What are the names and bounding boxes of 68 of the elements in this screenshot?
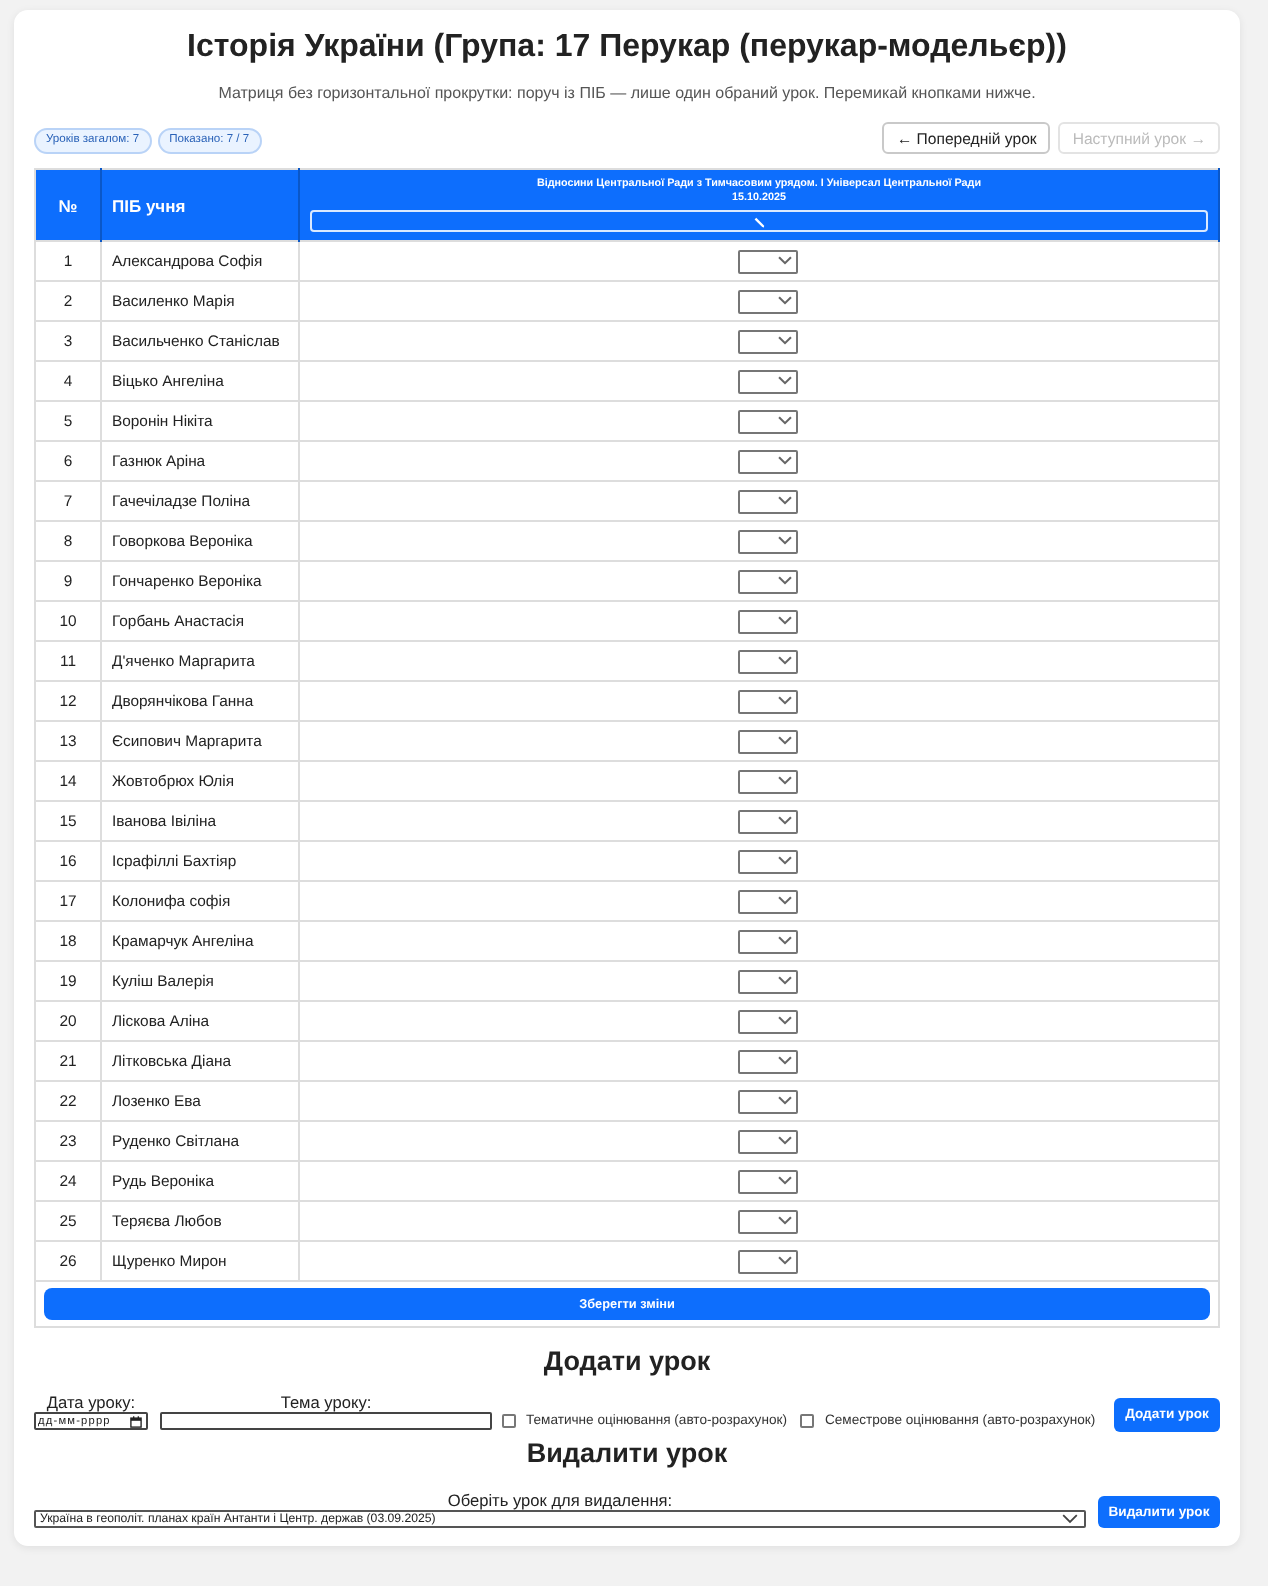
chevron-icon [777, 1256, 791, 1266]
section-heading: Видалити урок [524, 1438, 730, 1470]
grade-select[interactable] [737, 609, 797, 633]
page-subtitle: Матриця без горизонтальної прокрутки: поруч із ПІБ — лише один обраний урок. Перемикай кнопками нижче. [216, 84, 1038, 104]
grade-select[interactable] [737, 689, 797, 713]
grade-select[interactable] [737, 1009, 797, 1033]
checkbox[interactable] [502, 1414, 516, 1428]
grade-select[interactable] [737, 1209, 797, 1233]
edit-lesson-button[interactable] [310, 210, 1208, 232]
grade-select[interactable] [737, 369, 797, 393]
grade-select[interactable] [737, 449, 797, 473]
grade-select[interactable] [737, 1049, 797, 1073]
chevron-icon [777, 456, 791, 466]
chevron-icon [777, 1096, 791, 1106]
chevron-icon [777, 1136, 791, 1146]
chevron-icon [777, 1016, 791, 1026]
chevron-icon [777, 816, 791, 826]
chevron-icon [777, 896, 791, 906]
chevron-icon [777, 536, 791, 546]
column-header: ПІБ учня [101, 169, 299, 241]
topic-input[interactable] [160, 1412, 492, 1430]
calendar-icon [130, 1415, 142, 1427]
chevron-icon [777, 296, 791, 306]
section-heading: Додати урок [541, 1346, 713, 1378]
column-header: № [35, 169, 101, 241]
chevron-icon [777, 856, 791, 866]
grade-select[interactable] [737, 969, 797, 993]
field-label: Оберіть урок для видалення: [447, 1490, 673, 1510]
grade-select[interactable] [737, 1169, 797, 1193]
chevron-icon [777, 1056, 791, 1066]
grade-select[interactable] [737, 809, 797, 833]
chevron-icon [777, 376, 791, 386]
pencil-icon [753, 215, 765, 227]
grade-select[interactable] [737, 329, 797, 353]
chevron-icon [777, 936, 791, 946]
grade-select[interactable] [737, 649, 797, 673]
chevron-icon [777, 616, 791, 626]
chevron-icon [1062, 1514, 1078, 1524]
grade-select[interactable] [737, 569, 797, 593]
grade-select[interactable] [737, 249, 797, 273]
grade-select[interactable] [737, 929, 797, 953]
grade-select[interactable] [737, 1249, 797, 1273]
chevron-icon [777, 776, 791, 786]
field-label: Тема уроку: [280, 1392, 372, 1412]
chevron-icon [777, 1216, 791, 1226]
chevron-icon [777, 496, 791, 506]
grade-select[interactable] [737, 849, 797, 873]
chevron-icon [777, 256, 791, 266]
field-label: Дата уроку: [46, 1392, 136, 1412]
chevron-icon [777, 576, 791, 586]
chevron-icon [777, 976, 791, 986]
grade-select[interactable] [737, 889, 797, 913]
grade-select[interactable] [737, 729, 797, 753]
grade-select[interactable] [737, 409, 797, 433]
chevron-icon [777, 656, 791, 666]
checkbox[interactable] [800, 1414, 815, 1428]
grade-select[interactable] [737, 489, 797, 513]
grade-select[interactable] [737, 1129, 797, 1153]
grade-select[interactable] [737, 289, 797, 313]
grade-select[interactable] [737, 1089, 797, 1113]
chevron-icon [777, 336, 791, 346]
chevron-icon [777, 416, 791, 426]
chevron-icon [777, 736, 791, 746]
grade-select[interactable] [737, 529, 797, 553]
chevron-icon [777, 1176, 791, 1186]
grade-select[interactable] [737, 769, 797, 793]
chevron-icon [777, 696, 791, 706]
page-title: Історія України (Група: 17 Перукар (перукар-модельєр)) [185, 28, 1069, 68]
